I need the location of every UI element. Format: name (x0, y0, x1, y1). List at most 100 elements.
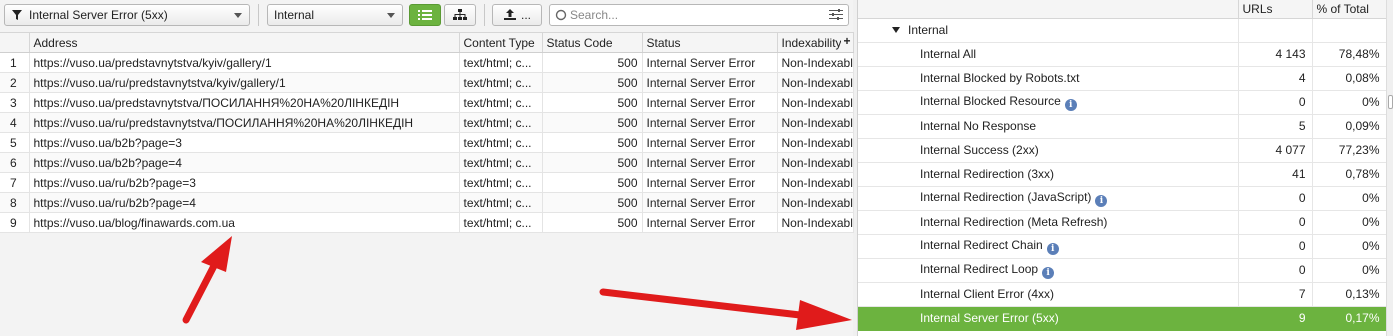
overview-row-urls: 9 (1238, 306, 1313, 331)
cell-content-type: text/html; c... (459, 52, 543, 73)
cell-status: Internal Server Error (642, 132, 778, 153)
overview-row-pct: 78,48% (1312, 42, 1387, 67)
overview-group-row[interactable]: Internal (858, 18, 1387, 43)
overview-row-label: Internal No Response (920, 119, 1037, 133)
table-row[interactable]: 2 https://vuso.ua/ru/predstavnytstva/kyiv… (0, 72, 854, 93)
overview-row-pct: 0,09% (1312, 114, 1387, 139)
overview-row-pct: 0,13% (1312, 282, 1387, 307)
table-row[interactable]: 4 https://vuso.ua/ru/predstavnytstva/ПОСИ… (0, 112, 854, 133)
overview-row[interactable]: Internal Redirection (3xx) 41 0,78% (858, 162, 1387, 187)
column-header-content-type[interactable]: Content Type (459, 32, 543, 53)
cell-address: https://vuso.ua/predstavnytstva/kyiv/gal… (29, 52, 460, 73)
export-button[interactable]: ... (492, 4, 542, 26)
overview-row[interactable]: Internal Blocked by Robots.txt 4 0,08% (858, 66, 1387, 91)
overview-row[interactable]: Internal All 4 143 78,48% (858, 42, 1387, 67)
table-row[interactable]: 6 https://vuso.ua/b2b?page=4 text/html; c.… (0, 152, 854, 173)
cell-content-type: text/html; c... (459, 112, 543, 133)
column-header-index (0, 32, 30, 53)
overview-row[interactable]: Internal Blocked Resource i 0 0% (858, 90, 1387, 115)
row-number: 3 (0, 92, 30, 113)
cell-status: Internal Server Error (642, 92, 778, 113)
table-row[interactable]: 9 https://vuso.ua/blog/finawards.com.ua te… (0, 212, 854, 233)
column-header-indexability[interactable]: Indexability + (777, 32, 854, 53)
overview-row-pct: 0% (1312, 258, 1387, 283)
add-column-button[interactable]: + (841, 34, 851, 48)
table-row[interactable]: 8 https://vuso.ua/ru/b2b?page=4 text/html;… (0, 192, 854, 213)
cell-content-type: text/html; c... (459, 132, 543, 153)
info-icon[interactable]: i (1064, 98, 1077, 111)
cell-address: https://vuso.ua/blog/finawards.com.ua (29, 212, 460, 233)
table-row[interactable]: 3 https://vuso.ua/predstavnytstva/ПОСИЛАН… (0, 92, 854, 113)
filter-dropdown-value: Internal Server Error (5xx) (29, 8, 168, 22)
cell-indexability: Non-Indexable (777, 132, 854, 153)
info-icon[interactable]: i (1095, 194, 1108, 207)
overview-header-urls[interactable]: URLs (1238, 0, 1313, 19)
overview-row-label: Internal Redirection (3xx) (920, 167, 1055, 181)
overview-row[interactable]: Internal Client Error (4xx) 7 0,13% (858, 282, 1387, 307)
overview-row-pct: 77,23% (1312, 138, 1387, 163)
cell-status-code: 500 (542, 72, 643, 93)
type-dropdown[interactable]: Internal (267, 4, 403, 26)
overview-row-urls: 0 (1238, 210, 1313, 235)
overview-row-pct: 0% (1312, 186, 1387, 211)
row-number: 6 (0, 152, 30, 173)
overview-row[interactable]: Internal Redirection (Meta Refresh) 0 0% (858, 210, 1387, 235)
overview-row-label: Internal Redirect Loop (920, 261, 1039, 276)
collapse-triangle-icon[interactable] (892, 27, 900, 33)
overview-row-pct: 0% (1312, 234, 1387, 259)
overview-row-urls: 41 (1238, 162, 1313, 187)
list-view-button[interactable] (409, 4, 441, 26)
search-input[interactable] (570, 7, 820, 23)
row-number: 2 (0, 72, 30, 93)
sliders-icon[interactable] (829, 9, 843, 21)
overview-scrollbar[interactable] (1386, 0, 1393, 336)
table-row[interactable]: 5 https://vuso.ua/b2b?page=3 text/html; c.… (0, 132, 854, 153)
column-header-status-code[interactable]: Status Code (542, 32, 643, 53)
overview-row[interactable]: Internal Server Error (5xx) 9 0,17% (858, 306, 1387, 331)
info-icon[interactable]: i (1046, 242, 1059, 255)
cell-status-code: 500 (542, 192, 643, 213)
info-icon[interactable]: i (1042, 266, 1055, 279)
cell-status-code: 500 (542, 172, 643, 193)
cell-indexability: Non-Indexable (777, 112, 854, 133)
cell-status: Internal Server Error (642, 112, 778, 133)
overview-row[interactable]: Internal Redirection (JavaScript) i 0 0% (858, 186, 1387, 211)
cell-address: https://vuso.ua/b2b?page=4 (29, 152, 460, 173)
overview-row-urls: 7 (1238, 282, 1313, 307)
row-number: 1 (0, 52, 30, 73)
column-header-status[interactable]: Status (642, 32, 778, 53)
cell-status-code: 500 (542, 52, 643, 73)
tree-view-button[interactable] (444, 4, 476, 26)
filter-dropdown[interactable]: Internal Server Error (5xx) (4, 4, 250, 26)
overview-header-pct[interactable]: % of Total (1312, 0, 1387, 19)
cell-indexability: Non-Indexable (777, 92, 854, 113)
cell-address: https://vuso.ua/ru/predstavnytstva/ПОСИЛ… (29, 112, 460, 133)
cell-address: https://vuso.ua/ru/b2b?page=3 (29, 172, 460, 193)
overview-row[interactable]: Internal Success (2xx) 4 077 77,23% (858, 138, 1387, 163)
overview-row-label: Internal Blocked by Robots.txt (920, 71, 1080, 85)
overview-row-label: Internal Success (2xx) (920, 143, 1039, 157)
table-row[interactable]: 7 https://vuso.ua/ru/b2b?page=3 text/html;… (0, 172, 854, 193)
search-box[interactable] (549, 4, 849, 26)
scrollbar-thumb[interactable] (1388, 95, 1393, 109)
overview-row[interactable]: Internal Redirect Loop i 0 0% (858, 258, 1387, 283)
overview-panel: URLs % of Total Internal Internal All 4 1… (857, 0, 1393, 336)
search-icon (555, 9, 567, 21)
chevron-down-icon (234, 13, 242, 18)
overview-row[interactable]: Internal Redirect Chain i 0 0% (858, 234, 1387, 259)
overview-row-label: Internal Redirection (Meta Refresh) (920, 215, 1108, 229)
overview-row-pct: 0,17% (1312, 306, 1387, 331)
overview-group-label: Internal (908, 23, 949, 37)
cell-content-type: text/html; c... (459, 92, 543, 113)
cell-indexability: Non-Indexable (777, 52, 854, 73)
overview-row-label: Internal Redirection (JavaScript) (920, 189, 1092, 204)
overview-row-urls: 0 (1238, 234, 1313, 259)
overview-row-label: Internal Client Error (4xx) (920, 287, 1055, 301)
table-row[interactable]: 1 https://vuso.ua/predstavnytstva/kyiv/ga… (0, 52, 854, 73)
overview-row[interactable]: Internal No Response 5 0,09% (858, 114, 1387, 139)
funnel-icon (12, 10, 22, 20)
cell-content-type: text/html; c... (459, 172, 543, 193)
column-header-address[interactable]: Address (29, 32, 460, 53)
cell-indexability: Non-Indexable (777, 212, 854, 233)
chevron-down-icon (387, 13, 395, 18)
